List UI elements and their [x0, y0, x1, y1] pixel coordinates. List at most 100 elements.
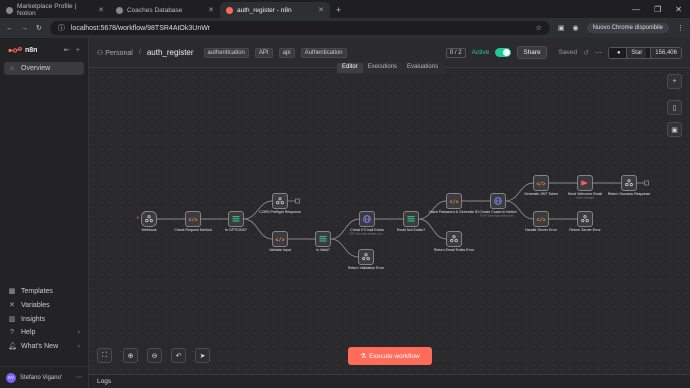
brand[interactable]: n8n ⇤ +	[0, 38, 88, 62]
more-options-icon[interactable]: ⋯	[595, 49, 602, 57]
execute-workflow-button[interactable]: ⚗ Execute workflow	[348, 347, 432, 365]
more-options-icon[interactable]: ⋯	[76, 374, 82, 381]
if-icon-bar	[407, 218, 415, 220]
node-box	[577, 211, 593, 227]
tab-editor[interactable]: Editor	[337, 63, 363, 73]
fit-view-button[interactable]: ⛶	[97, 348, 112, 363]
new-tab-icon[interactable]: +	[330, 5, 347, 18]
sticky-note-button[interactable]: ▯	[667, 100, 682, 115]
insights-icon: ▥	[8, 316, 16, 323]
workflow-canvas[interactable]: * Webhook </> Check Request Method Is OPTION…	[89, 68, 690, 374]
history-icon[interactable]: ↺	[583, 49, 589, 57]
node-label: Generate JWT Token	[524, 192, 558, 196]
if-icon-bar	[319, 236, 327, 238]
sidebar-item-label: Variables	[21, 301, 50, 309]
node-label: Email Not Exists?	[397, 228, 425, 232]
site-info-icon[interactable]: ⓘ	[58, 23, 65, 33]
if-icon-bar	[232, 220, 240, 222]
workflow-node[interactable]: Is Valid?	[315, 231, 331, 253]
sidebar-item-overview[interactable]: ⌂ Overview	[4, 62, 84, 75]
workflow-node[interactable]: Is OPTIONS?	[225, 211, 247, 233]
workflow-node[interactable]: Return Email Exists Error	[434, 231, 475, 253]
project-name: Personal	[105, 49, 133, 57]
sidebar-item-variables[interactable]: ✕ Variables	[0, 298, 88, 312]
workflow-node[interactable]: Return Success Response	[608, 175, 651, 197]
menu-icon[interactable]: ⋮	[677, 24, 684, 32]
active-toggle[interactable]	[495, 48, 512, 57]
logs-panel[interactable]: Logs	[89, 374, 690, 388]
logs-label: Logs	[97, 378, 112, 385]
github-star-button[interactable]: ● Star 156,406	[607, 46, 682, 59]
code-icon: </>	[188, 218, 197, 224]
workflow-node[interactable]: </> Handle Server Error	[525, 211, 558, 233]
workflow-tag[interactable]: authentication	[203, 47, 249, 58]
browser-tab-2[interactable]: auth_register - n8n ✕	[220, 2, 330, 18]
zoom-in-button[interactable]: ⊕	[123, 348, 138, 363]
undo-button[interactable]: ↶	[171, 348, 186, 363]
workflow-tag[interactable]: Authentication	[300, 47, 347, 58]
chrome-update-badge[interactable]: Nuovo Chrome disponibile	[586, 23, 669, 33]
if-icon-bar	[407, 216, 415, 218]
bookmark-star-icon[interactable]: ☆	[536, 24, 542, 32]
back-icon[interactable]: ←	[6, 25, 13, 32]
user-menu[interactable]: SV Stefano Vigano' ⋯	[0, 366, 88, 388]
if-icon-bar	[407, 220, 415, 222]
templates-icon: ▦	[8, 288, 16, 295]
minimize-icon[interactable]: —	[632, 5, 640, 14]
project-breadcrumb[interactable]: ⚇ Personal	[97, 49, 133, 57]
workflow-node[interactable]: Return Server Error	[569, 211, 601, 233]
node-label: Return Validation Error	[348, 266, 385, 270]
workflow-tag[interactable]: API	[254, 47, 273, 58]
extensions-icon[interactable]: ▣	[558, 24, 565, 32]
workflow-tag[interactable]: api	[278, 47, 295, 58]
address-bar[interactable]: ⓘ localhost:5678/workflow/98TSR4AtOk3UnW…	[49, 21, 550, 35]
workflow-node[interactable]: Email Not Exists?	[397, 211, 425, 233]
workflow-name[interactable]: auth_register	[147, 48, 194, 57]
select-tool-button[interactable]: ➤	[195, 348, 210, 363]
if-icon-bar	[232, 216, 240, 218]
sidebar-item-help[interactable]: ? Help ›	[0, 326, 88, 339]
add-icon[interactable]: +	[73, 47, 80, 54]
if-icon-bar	[319, 240, 327, 242]
browser-tab-0[interactable]: Marketplace Profile | Notion ✕	[0, 2, 110, 18]
workflow-node[interactable]: Send Welcome Emailsend: message	[568, 175, 602, 200]
workflow-node[interactable]: CORS Preflight Response	[259, 193, 301, 215]
reload-icon[interactable]: ↻	[36, 24, 42, 32]
url-text: localhost:5678/workflow/98TSR4AtOk3UnWr	[70, 24, 211, 32]
close-icon[interactable]: ✕	[318, 6, 324, 14]
tab-evaluations[interactable]: Evaluations	[402, 63, 443, 73]
node-label: Is Valid?	[316, 248, 330, 252]
sidebar-item-whats-new[interactable]: 🔔︎ What's New ›	[0, 339, 88, 353]
workflow-node[interactable]: </> Validate Input	[269, 231, 291, 253]
workflow-node[interactable]: Check If Email ExistsGET: https://api.ai…	[349, 211, 385, 236]
add-node-button[interactable]: +	[667, 74, 682, 89]
n8n-favicon-icon	[226, 6, 233, 14]
workflow-node[interactable]: </> Hash Password & Generate ID	[429, 193, 479, 215]
workflow-node[interactable]: Return Validation Error	[348, 249, 385, 271]
forward-icon[interactable]: →	[21, 25, 28, 32]
flask-icon: ⚗	[360, 353, 367, 360]
workflow-node[interactable]: </> Generate JWT Token	[524, 175, 558, 197]
share-button[interactable]: Share	[517, 46, 547, 59]
browser-tab-1[interactable]: Coaches Database ✕	[110, 2, 220, 18]
zoom-out-button[interactable]: ⊖	[147, 348, 162, 363]
ai-assistant-button[interactable]: ▣	[667, 122, 682, 137]
close-icon[interactable]: ✕	[208, 6, 214, 14]
if-icon	[407, 216, 415, 222]
tab-executions[interactable]: Executions	[363, 63, 402, 73]
workflow-node[interactable]: Webhook	[141, 211, 157, 233]
execute-label: Execute workflow	[369, 352, 420, 360]
maximize-icon[interactable]: ❐	[654, 5, 661, 14]
user-name: Stefano Vigano'	[20, 374, 63, 381]
production-counter: 0 / 2	[445, 47, 466, 58]
profile-icon[interactable]: ◉	[573, 24, 579, 32]
close-icon[interactable]: ✕	[98, 6, 104, 14]
close-window-icon[interactable]: ✕	[675, 5, 682, 14]
sidebar-item-templates[interactable]: ▦ Templates	[0, 284, 88, 298]
sidebar-item-label: Templates	[21, 287, 53, 295]
sidebar-item-insights[interactable]: ▥ Insights	[0, 312, 88, 326]
workflow-node[interactable]: Create Coach in NotionPOST: https://api.…	[479, 193, 517, 218]
collapse-sidebar-icon[interactable]: ⇤	[64, 46, 70, 54]
node-box	[621, 175, 637, 191]
workflow-node[interactable]: </> Check Request Method	[174, 211, 212, 233]
